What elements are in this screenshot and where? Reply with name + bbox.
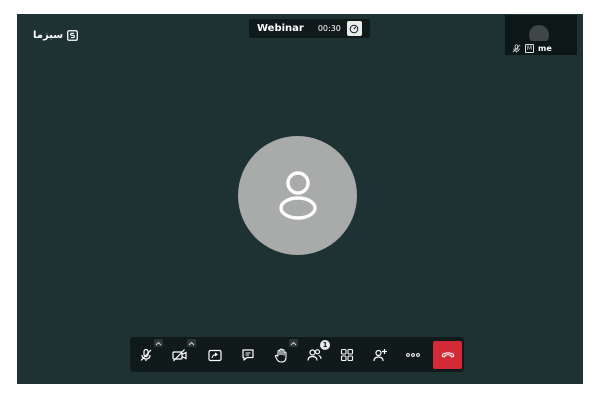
chevron-up-icon [155, 341, 162, 345]
chat-icon [242, 349, 254, 361]
camera-off-icon [171, 349, 187, 362]
chevron-up-icon [290, 341, 297, 345]
moderator-badge: M [525, 43, 534, 53]
self-name: me [538, 43, 552, 53]
end-call-icon [441, 352, 454, 358]
more-button[interactable] [403, 345, 423, 365]
grid-layout-icon [340, 348, 354, 362]
user-icon [278, 170, 317, 220]
call-toolbar: 1 [130, 337, 464, 372]
meeting-stage: سبزما Webinar 00:30 M me 1 [17, 14, 583, 384]
layout-button[interactable] [337, 345, 357, 365]
meeting-title: Webinar [257, 23, 304, 34]
microphone-button[interactable] [136, 345, 156, 365]
microphone-off-icon [140, 348, 152, 361]
microphone-off-icon [512, 43, 521, 53]
share-screen-button[interactable] [205, 345, 225, 365]
share-screen-icon [208, 349, 222, 361]
participant-avatar [238, 136, 357, 255]
camera-button[interactable] [169, 345, 189, 365]
camera-options-button[interactable] [187, 339, 196, 347]
reactions-options-button[interactable] [289, 339, 298, 347]
raise-hand-button[interactable] [271, 345, 291, 365]
participants-icon [306, 349, 322, 361]
participants-count-badge: 1 [320, 340, 330, 350]
end-call-button[interactable] [433, 341, 462, 369]
meeting-header: Webinar 00:30 [249, 19, 370, 38]
add-user-icon [372, 349, 387, 362]
brand: سبزما [33, 30, 79, 41]
invite-button[interactable] [370, 345, 390, 365]
speedometer-icon [350, 24, 359, 33]
more-icon [406, 353, 420, 357]
self-view-tile[interactable]: M me [505, 15, 577, 55]
raise-hand-icon [274, 347, 287, 363]
brand-logo-icon [67, 30, 79, 41]
chevron-up-icon [188, 341, 195, 345]
meeting-timer: 00:30 [317, 24, 341, 33]
connection-speed-button[interactable] [346, 21, 362, 36]
brand-name: سبزما [33, 30, 64, 41]
microphone-options-button[interactable] [154, 339, 163, 347]
chat-button[interactable] [238, 345, 258, 365]
self-view-status: M me [505, 41, 577, 55]
